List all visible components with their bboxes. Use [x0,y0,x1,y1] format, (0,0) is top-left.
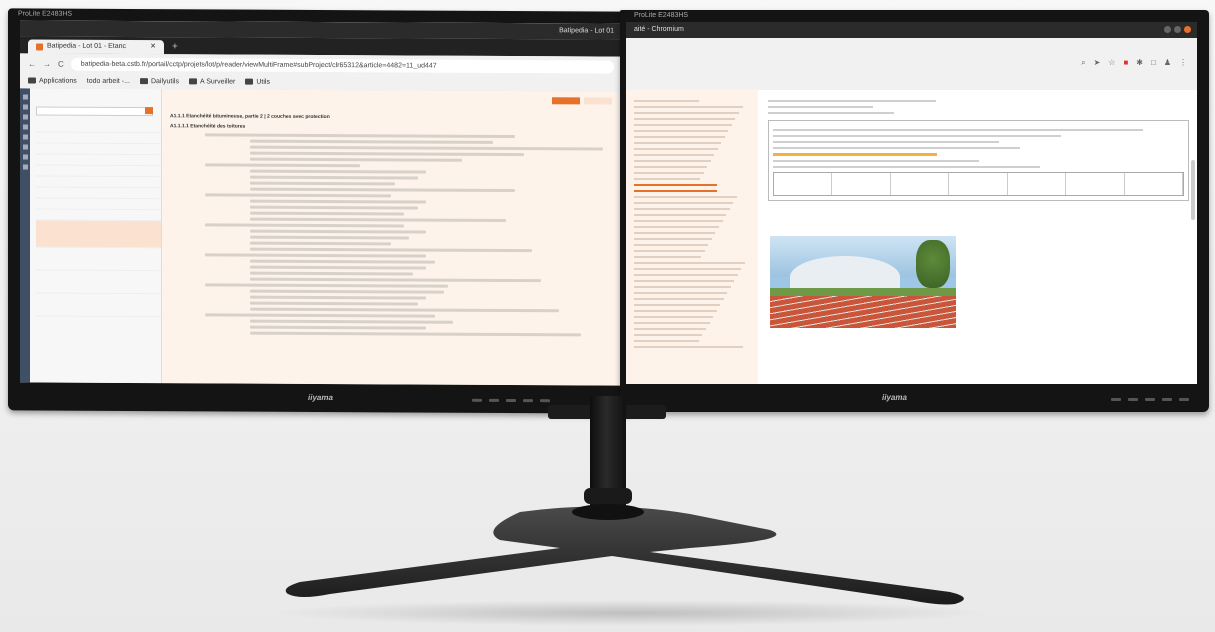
stand-hub [572,504,644,520]
stand-base [285,504,964,605]
stand-foot [285,506,964,605]
stand-joint [584,488,632,504]
